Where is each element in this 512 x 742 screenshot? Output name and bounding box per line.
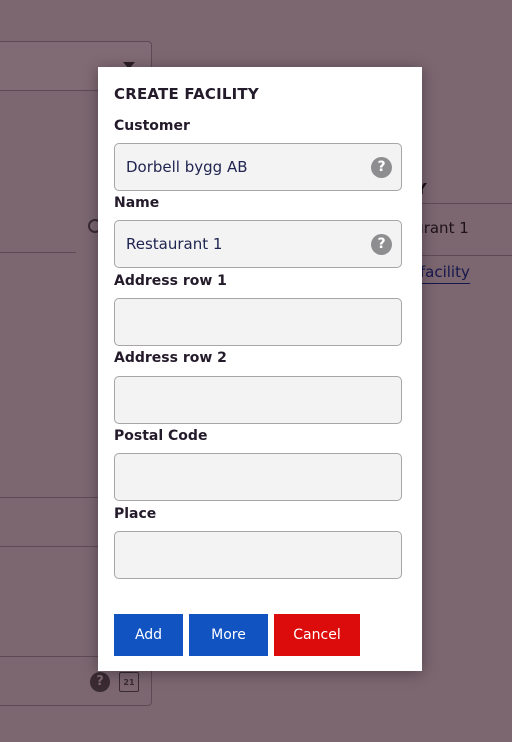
postal-code-label: Postal Code [114, 428, 208, 444]
customer-value: Dorbell bygg AB [126, 158, 248, 176]
help-icon[interactable]: ? [371, 234, 392, 255]
customer-label: Customer [114, 118, 190, 134]
calendar-icon: 21 [119, 672, 139, 692]
more-button[interactable]: More [189, 614, 268, 656]
help-icon: ? [90, 672, 110, 692]
address-row-2-field[interactable] [114, 376, 402, 424]
name-value: Restaurant 1 [126, 235, 223, 253]
name-label: Name [114, 195, 160, 211]
place-label: Place [114, 506, 157, 522]
bg-search-input [0, 206, 76, 253]
create-facility-dialog: CREATE FACILITY Customer Dorbell bygg AB… [98, 67, 422, 671]
postal-code-field[interactable] [114, 453, 402, 501]
address-row-2-label: Address row 2 [114, 350, 227, 366]
address-row-1-field[interactable] [114, 298, 402, 346]
customer-field[interactable]: Dorbell bygg AB ? [114, 143, 402, 191]
add-button[interactable]: Add [114, 614, 183, 656]
address-row-1-label: Address row 1 [114, 273, 227, 289]
place-field[interactable] [114, 531, 402, 579]
dialog-title: CREATE FACILITY [114, 85, 259, 103]
help-icon[interactable]: ? [371, 157, 392, 178]
bg-field [0, 497, 100, 547]
name-field[interactable]: Restaurant 1 ? [114, 220, 402, 268]
cancel-button[interactable]: Cancel [274, 614, 360, 656]
